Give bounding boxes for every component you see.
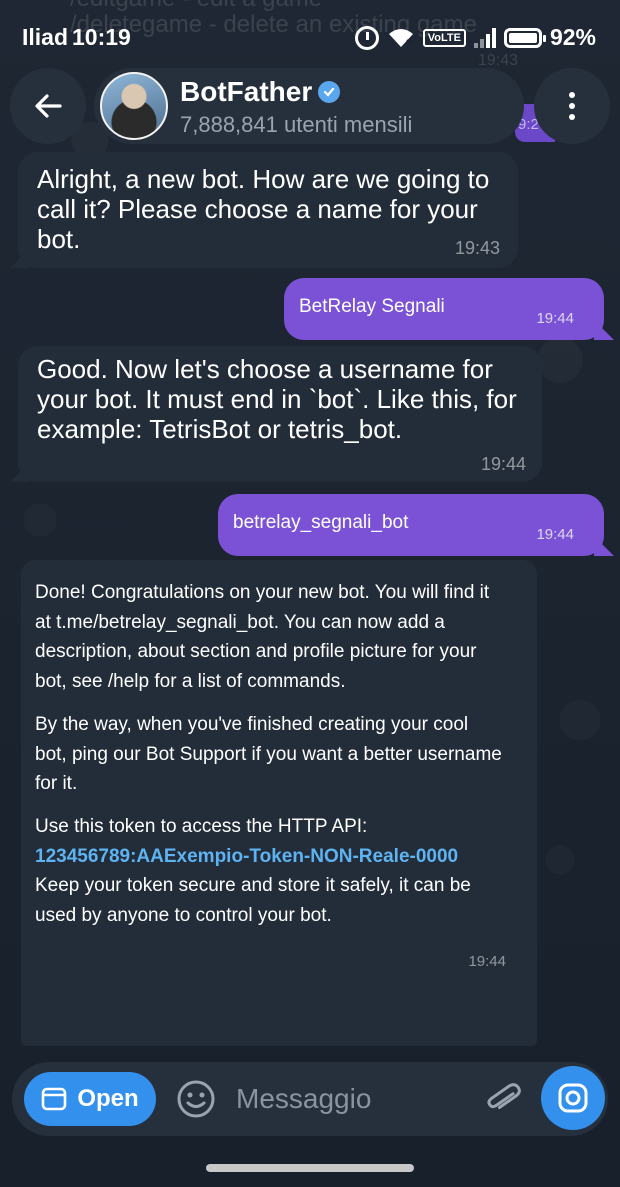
camera-button[interactable] <box>541 1066 605 1130</box>
signal-icon <box>473 27 496 48</box>
battery-icon <box>503 27 546 48</box>
message-time: 19:44 <box>468 953 506 970</box>
bot-token-link[interactable]: 123456789:AAExempio-Token-NON-Reale-0000 <box>35 842 505 872</box>
attach-button[interactable] <box>482 1078 524 1120</box>
carrier-name: Iliad <box>22 24 69 50</box>
message-paragraph: By the way, when you've finished creatin… <box>35 714 502 794</box>
message-text: Alright, a new bot. How are we going to … <box>37 164 490 254</box>
message-input[interactable] <box>236 1080 476 1118</box>
window-icon <box>42 1087 67 1111</box>
outgoing-message[interactable]: BetRelay Segnali 19:44 <box>284 278 604 340</box>
outgoing-message[interactable]: betrelay_segnali_bot 19:44 <box>218 494 604 556</box>
message-time: 19:44 <box>536 526 574 543</box>
incoming-message[interactable]: Alright, a new bot. How are we going to … <box>18 152 518 268</box>
alarm-icon <box>354 25 379 50</box>
camera-icon <box>558 1083 588 1113</box>
back-button[interactable] <box>10 68 86 144</box>
message-paragraph: Use this token to access the HTTP API: 1… <box>35 812 505 930</box>
message-composer: Open <box>12 1062 608 1136</box>
arrow-left-icon <box>35 94 62 118</box>
clock: 10:19 <box>72 24 131 50</box>
more-vertical-icon <box>569 92 575 98</box>
wifi-icon <box>387 27 415 49</box>
smiley-icon <box>177 1080 215 1118</box>
avatar[interactable] <box>100 72 168 140</box>
incoming-message[interactable]: Done! Congratulations on your new bot. Y… <box>21 560 537 1046</box>
incoming-message[interactable]: Good. Now let's choose a username for yo… <box>18 346 542 482</box>
paperclip-icon <box>487 1083 521 1110</box>
message-time: 19:44 <box>536 310 574 327</box>
open-button-label: Open <box>77 1085 139 1112</box>
emoji-button[interactable] <box>176 1079 216 1119</box>
battery-level: 92% <box>549 24 596 50</box>
volte-badge: VoLTE <box>422 28 466 47</box>
chat-subtitle: 7,888,841 utenti mensili <box>180 112 413 137</box>
status-bar: Iliad 10:19 VoLTE 92% <box>0 0 620 70</box>
message-paragraph: Done! Congratulations on your new bot. Y… <box>35 582 490 692</box>
chat-header[interactable]: BotFather 7,888,841 utenti mensili <box>94 68 524 144</box>
message-text: betrelay_segnali_bot <box>233 512 409 533</box>
message-text: BetRelay Segnali <box>299 296 445 317</box>
verified-badge-icon <box>318 81 341 103</box>
home-indicator[interactable] <box>206 1164 414 1172</box>
open-bot-app-button[interactable]: Open <box>24 1072 156 1126</box>
chat-title: BotFather <box>180 76 313 107</box>
message-time: 19:44 <box>480 454 526 474</box>
more-options-button[interactable] <box>534 68 610 144</box>
message-time: 19:43 <box>454 238 500 258</box>
message-text: Good. Now let's choose a username for yo… <box>37 354 517 444</box>
